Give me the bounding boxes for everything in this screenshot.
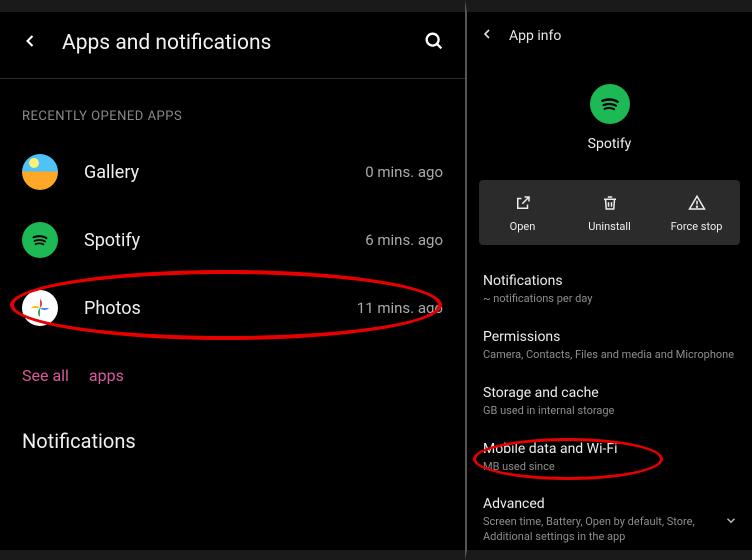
action-bar: Open Uninstall Force stop <box>479 180 740 245</box>
app-hero: Spotify <box>467 56 752 170</box>
app-time: 11 mins. ago <box>357 299 443 317</box>
open-label: Open <box>510 220 536 233</box>
photos-icon <box>22 290 58 326</box>
left-header: Apps and notifications <box>0 12 465 78</box>
page-title: App info <box>509 28 561 44</box>
right-header: App info <box>467 12 752 56</box>
info-permissions[interactable]: Permissions Camera, Contacts, Files and … <box>467 319 752 375</box>
app-name: Spotify <box>588 136 632 152</box>
section-label: RECENTLY OPENED APPS <box>0 79 465 138</box>
see-all-suffix: apps <box>89 366 124 385</box>
open-button[interactable]: Open <box>479 180 566 245</box>
info-notifications[interactable]: Notifications ~ notifications per day <box>467 263 752 319</box>
app-time: 0 mins. ago <box>365 163 443 181</box>
info-title: Mobile data and Wi-Fi <box>483 441 736 457</box>
app-row-photos[interactable]: Photos 11 mins. ago <box>0 274 465 342</box>
info-storage[interactable]: Storage and cache GB used in internal st… <box>467 375 752 431</box>
apps-notifications-panel: Apps and notifications RECENTLY OPENED A… <box>0 0 465 560</box>
info-sub: Screen time, Battery, Open by default, S… <box>483 515 736 545</box>
app-time: 6 mins. ago <box>365 231 443 249</box>
info-advanced[interactable]: Advanced Screen time, Battery, Open by d… <box>467 486 752 557</box>
gallery-icon <box>22 154 58 190</box>
app-name: Photos <box>84 298 357 319</box>
info-sub: ~ notifications per day <box>483 292 736 307</box>
app-row-gallery[interactable]: Gallery 0 mins. ago <box>0 138 465 206</box>
uninstall-label: Uninstall <box>588 220 631 233</box>
uninstall-button[interactable]: Uninstall <box>566 180 653 245</box>
chevron-down-icon <box>724 512 738 531</box>
app-info-panel: App info Spotify Open Uninstall Force st… <box>465 0 752 560</box>
spotify-icon <box>590 84 630 124</box>
info-mobile-data[interactable]: Mobile data and Wi-Fi MB used since <box>467 431 752 487</box>
app-name: Spotify <box>84 230 365 251</box>
info-title: Permissions <box>483 329 736 345</box>
info-title: Notifications <box>483 273 736 289</box>
search-icon[interactable] <box>423 30 445 56</box>
back-icon[interactable] <box>20 31 40 55</box>
page-title: Apps and notifications <box>62 31 423 55</box>
force-stop-button[interactable]: Force stop <box>653 180 740 245</box>
app-name: Gallery <box>84 162 365 183</box>
see-all-apps[interactable]: See all apps <box>0 342 465 409</box>
info-sub: Camera, Contacts, Files and media and Mi… <box>483 348 736 363</box>
app-row-spotify[interactable]: Spotify 6 mins. ago <box>0 206 465 274</box>
info-sub: MB used since <box>483 460 736 475</box>
notifications-link[interactable]: Notifications <box>0 409 465 473</box>
spotify-icon <box>22 222 58 258</box>
info-title: Advanced <box>483 496 736 512</box>
info-sub: GB used in internal storage <box>483 404 736 419</box>
see-all-prefix: See all <box>22 366 69 385</box>
force-stop-label: Force stop <box>671 220 723 233</box>
info-title: Storage and cache <box>483 385 736 401</box>
back-icon[interactable] <box>479 26 495 46</box>
